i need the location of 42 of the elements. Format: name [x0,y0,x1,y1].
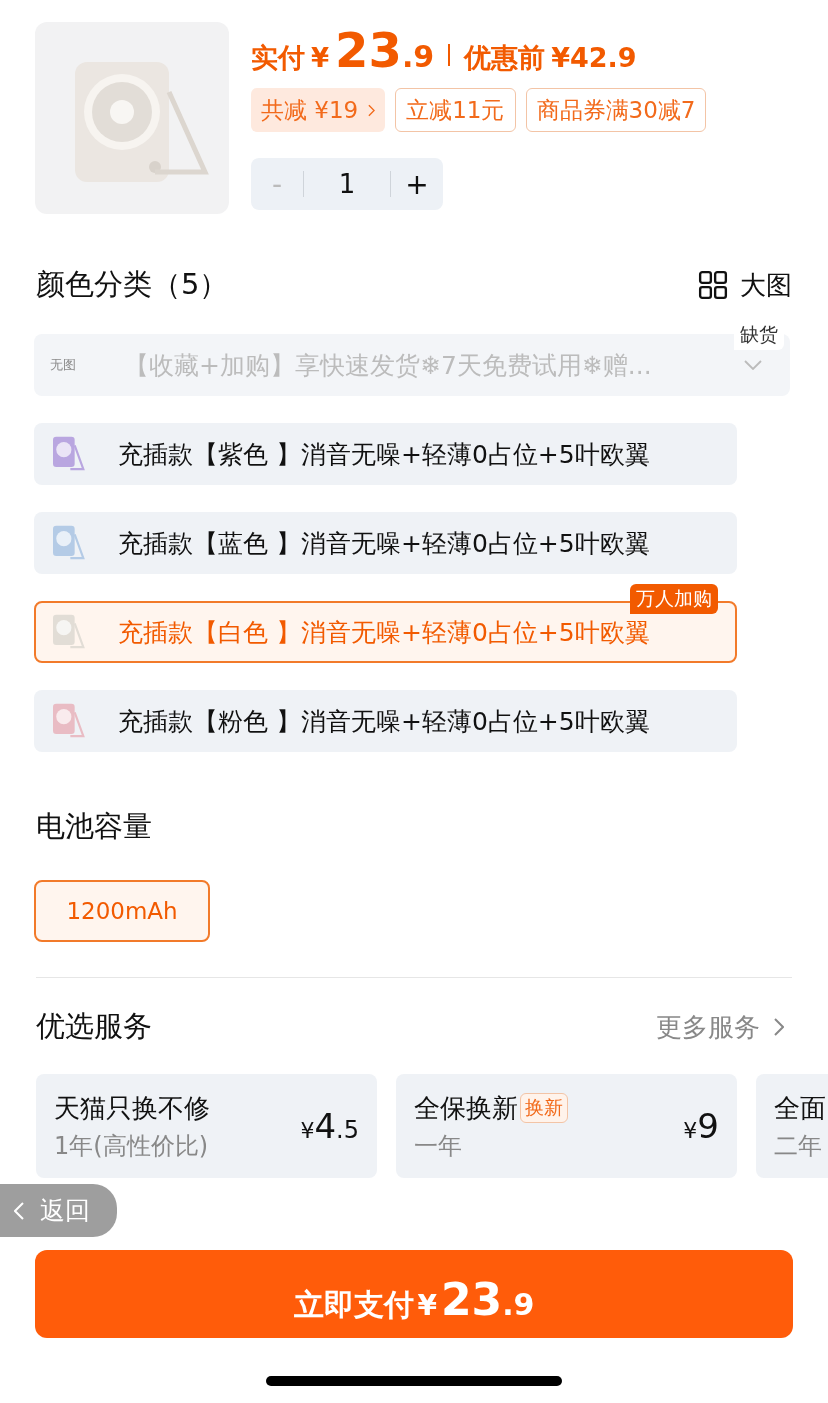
service-tag: 换新 [520,1093,568,1123]
section-title: 电池容量 [36,808,152,845]
more-services-link[interactable]: 更多服务 [656,1009,792,1045]
chevron-left-icon [14,1201,24,1220]
chevron-right-icon [774,1018,784,1036]
service-card[interactable]: 全面 二年 [756,1074,828,1178]
no-image-label: 无图 [49,356,77,374]
option-label: 充插款【白色 】消音无噪+轻薄0占位+5叶欧翼 [118,616,650,649]
service-card[interactable]: 天猫只换不修 1年(高性价比) ¥4.5 [36,1074,377,1178]
original-price-label: 优惠前 [464,41,546,75]
service-term: 二年 [774,1130,823,1162]
option-label: 【收藏+加购】享快速发货❄7天免费试用❄赠... [124,349,652,382]
quantity-value[interactable]: 1 [303,171,391,197]
grid-icon [698,270,728,300]
service-term: 1年(高性价比) [54,1130,209,1162]
option-item[interactable]: 充插款【蓝色 】消音无噪+轻薄0占位+5叶欧翼 [34,512,737,574]
price-decimal: .9 [401,39,435,74]
discount-tag: 商品券满30减7 [525,88,707,132]
service-name: 全保换新 [414,1091,518,1125]
section-title: 颜色分类（5） [36,266,229,303]
option-label: 充插款【蓝色 】消音无噪+轻薄0占位+5叶欧翼 [118,527,650,560]
chevron-right-icon [368,103,376,117]
service-name: 天猫只换不修 [54,1091,210,1125]
plus-button[interactable]: + [391,158,443,210]
option-label: 充插款【粉色 】消音无噪+轻薄0占位+5叶欧翼 [118,705,650,738]
large-view-button[interactable]: 大图 [698,267,792,303]
original-price: ¥42.9 [551,42,637,73]
service-card[interactable]: 全保换新 换新 一年 ¥9 [396,1074,737,1178]
service-price: ¥9 [683,1106,719,1146]
service-name: 全面 [774,1091,826,1125]
price-currency: ¥ [311,43,330,73]
price-label: 实付 [251,41,305,75]
option-item[interactable]: 充插款【粉色 】消音无噪+轻薄0占位+5叶欧翼 [34,690,737,752]
service-term: 一年 [414,1130,463,1162]
option-label: 充插款【紫色 】消音无噪+轻薄0占位+5叶欧翼 [118,438,650,471]
popular-badge: 万人加购 [630,584,718,614]
section-title: 优选服务 [36,1008,152,1045]
service-price: ¥4.5 [300,1106,359,1146]
chevron-down-icon [744,360,762,370]
discount-tag: 立减11元 [395,88,516,132]
option-item[interactable]: 充插款【紫色 】消音无噪+轻薄0占位+5叶欧翼 [34,423,737,485]
price-integer: 23 [335,22,402,78]
